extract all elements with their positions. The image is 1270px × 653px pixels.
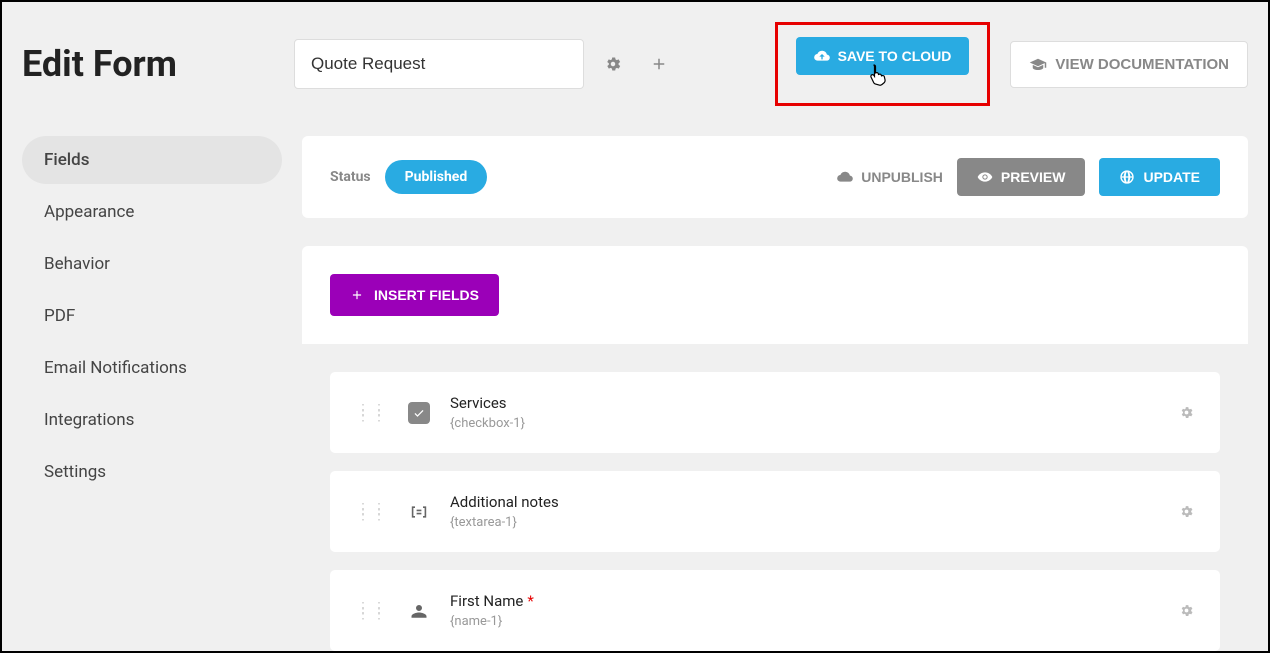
save-to-cloud-button[interactable]: SAVE TO CLOUD [796, 37, 970, 75]
required-asterisk: * [527, 592, 533, 610]
drag-handle-icon[interactable]: ⋮⋮⋮⋮ [356, 407, 388, 419]
save-button-label: SAVE TO CLOUD [838, 48, 952, 64]
form-name-input[interactable] [294, 39, 584, 89]
checkbox-icon [408, 402, 430, 424]
plus-icon [350, 288, 364, 302]
gear-icon[interactable] [1179, 504, 1194, 519]
insert-label: INSERT FIELDS [374, 287, 479, 303]
update-button[interactable]: UPDATE [1099, 158, 1220, 196]
sidebar-item-integrations[interactable]: Integrations [22, 396, 282, 444]
sidebar-item-behavior[interactable]: Behavior [22, 240, 282, 288]
unpublish-label: UNPUBLISH [861, 169, 943, 185]
status-badge: Published [385, 160, 488, 194]
sidebar-item-appearance[interactable]: Appearance [22, 188, 282, 236]
sidebar-item-settings[interactable]: Settings [22, 448, 282, 496]
insert-fields-button[interactable]: INSERT FIELDS [330, 274, 499, 316]
unpublish-button[interactable]: UNPUBLISH [837, 169, 943, 185]
field-row[interactable]: ⋮⋮⋮⋮ Additional notes {textarea-1} [330, 471, 1220, 552]
field-label: Services [450, 394, 1159, 412]
fields-list: ⋮⋮⋮⋮ Services {checkbox-1} ⋮⋮ [302, 344, 1248, 651]
drag-handle-icon[interactable]: ⋮⋮⋮⋮ [356, 506, 388, 518]
sidebar: Fields Appearance Behavior PDF Email Not… [22, 136, 282, 651]
highlight-save-cloud: SAVE TO CLOUD [775, 22, 991, 106]
status-label: Status [330, 169, 371, 185]
fields-panel: INSERT FIELDS ⋮⋮⋮⋮ Services {checkbox-1} [302, 246, 1248, 651]
drag-handle-icon[interactable]: ⋮⋮⋮⋮ [356, 605, 388, 617]
gear-icon[interactable] [1179, 603, 1194, 618]
gear-icon[interactable] [1179, 405, 1194, 420]
globe-icon [1119, 169, 1135, 185]
doc-button-label: VIEW DOCUMENTATION [1055, 56, 1229, 73]
gear-icon[interactable] [596, 47, 630, 81]
field-label: Additional notes [450, 493, 1159, 511]
sidebar-item-pdf[interactable]: PDF [22, 292, 282, 340]
textarea-icon [408, 501, 430, 523]
field-slug: {checkbox-1} [450, 416, 1159, 431]
field-label: First Name* [450, 592, 1159, 610]
sidebar-item-fields[interactable]: Fields [22, 136, 282, 184]
header-row: Edit Form SAVE TO CLOUD VIEW DOCUMENTA [22, 22, 1248, 106]
person-icon [408, 600, 430, 622]
field-slug: {name-1} [450, 614, 1159, 629]
page-title: Edit Form [22, 43, 282, 85]
graduation-cap-icon [1029, 57, 1047, 71]
field-slug: {textarea-1} [450, 515, 1159, 530]
cloud-off-icon [837, 169, 853, 185]
status-bar: Status Published UNPUBLISH PREVIEW [302, 136, 1248, 218]
sidebar-item-email-notifications[interactable]: Email Notifications [22, 344, 282, 392]
preview-label: PREVIEW [1001, 169, 1066, 185]
preview-button[interactable]: PREVIEW [957, 158, 1086, 196]
field-row[interactable]: ⋮⋮⋮⋮ First Name* {name-1} [330, 570, 1220, 651]
update-label: UPDATE [1143, 169, 1200, 185]
cloud-upload-icon [814, 48, 830, 64]
plus-icon[interactable] [642, 47, 676, 81]
view-documentation-button[interactable]: VIEW DOCUMENTATION [1010, 41, 1248, 88]
field-row[interactable]: ⋮⋮⋮⋮ Services {checkbox-1} [330, 372, 1220, 453]
eye-icon [977, 169, 993, 185]
